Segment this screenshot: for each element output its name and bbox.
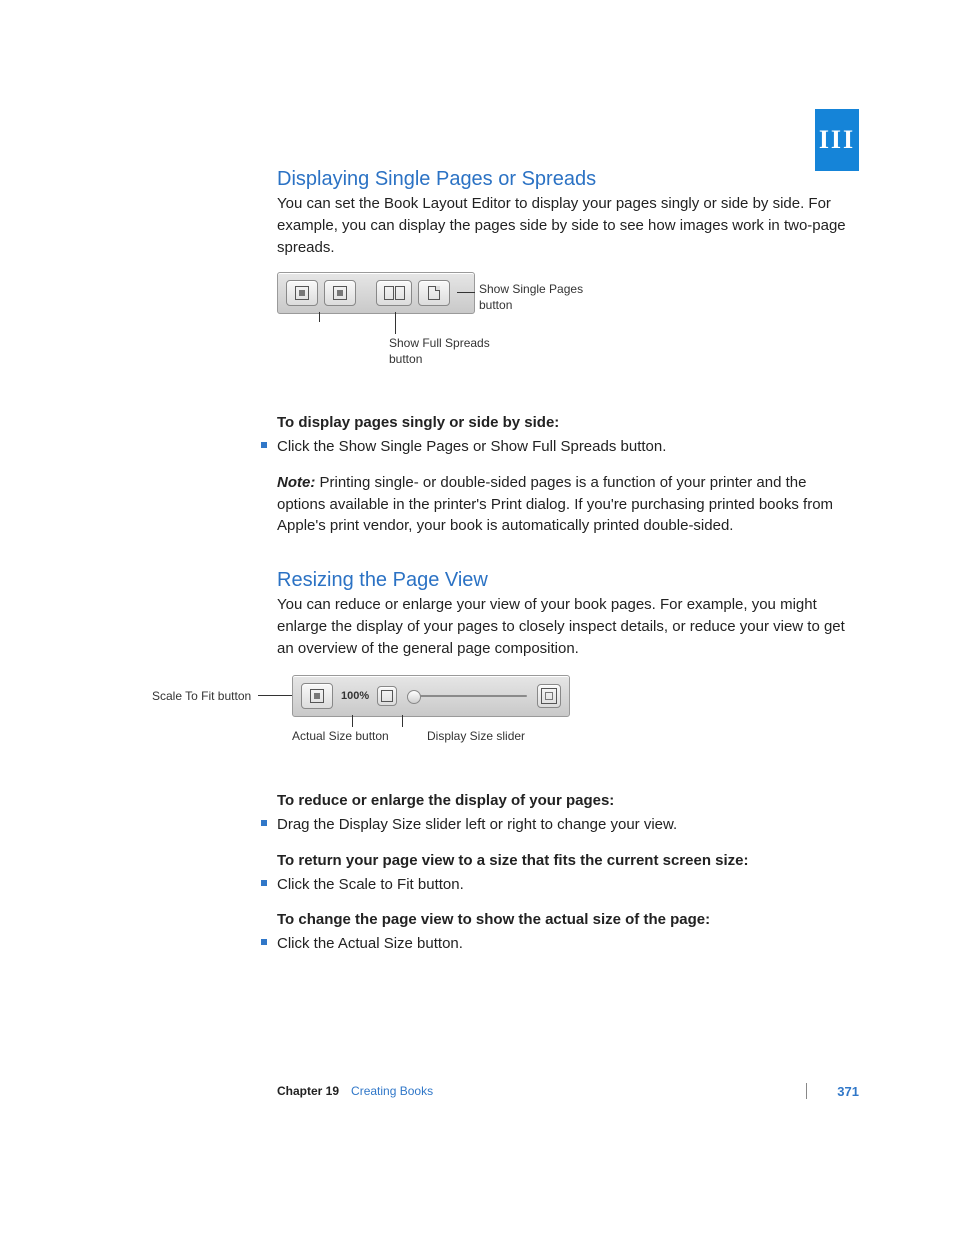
scale-to-fit-button[interactable] [301, 683, 333, 709]
spread-icon [384, 286, 405, 300]
paragraph: You can set the Book Layout Editor to di… [277, 193, 847, 258]
document-page: III Displaying Single Pages or Spreads Y… [0, 0, 954, 1235]
callout-actual-size: Actual Size button [292, 729, 389, 745]
show-full-spreads-button[interactable] [376, 280, 412, 306]
bullet-icon [261, 442, 267, 448]
figure-toolbar-size: Scale To Fit button 100% Actual Size but… [152, 675, 712, 730]
bullet-icon [261, 939, 267, 945]
footer-right: 371 [796, 1083, 859, 1099]
fit-icon [310, 689, 324, 703]
page-document-button[interactable] [418, 280, 450, 306]
leader-line [457, 292, 475, 293]
leader-line [319, 312, 320, 322]
bullet-item: Click the Show Single Pages or Show Full… [261, 436, 847, 458]
leader-line [258, 695, 292, 696]
slider-knob[interactable] [407, 690, 421, 704]
toolbar-size: 100% [292, 675, 570, 717]
show-single-pages-button[interactable] [286, 280, 318, 306]
small-size-icon [381, 690, 393, 702]
part-number: III [819, 125, 855, 155]
chapter-title: Creating Books [351, 1084, 433, 1098]
document-icon [428, 286, 440, 300]
paragraph: You can reduce or enlarge your view of y… [277, 594, 847, 659]
bullet-item: Click the Scale to Fit button. [261, 874, 847, 896]
display-size-slider[interactable] [403, 690, 531, 702]
single-page-icon [295, 286, 309, 300]
toolbar [277, 272, 475, 314]
procedure-lead: To display pages singly or side by side: [277, 412, 847, 434]
bullet-icon [261, 880, 267, 886]
large-size-icon [541, 688, 557, 704]
slider-track [407, 695, 527, 697]
callout-single-pages: Show Single Pagesbutton [479, 282, 583, 313]
zoom-percent: 100% [339, 690, 371, 702]
section-heading-single-pages: Displaying Single Pages or Spreads [277, 168, 847, 191]
leader-line [402, 715, 403, 727]
section-heading-resizing: Resizing the Page View [277, 569, 847, 592]
content-column: Displaying Single Pages or Spreads You c… [277, 168, 847, 969]
bullet-text: Click the Scale to Fit button. [277, 874, 464, 896]
footer-left: Chapter 19 Creating Books [277, 1084, 433, 1098]
procedure-lead: To reduce or enlarge the display of your… [277, 790, 847, 812]
bullet-icon [261, 820, 267, 826]
callout-full-spreads: Show Full Spreadsbutton [389, 336, 490, 367]
figure-toolbar-pages: Show Single Pagesbutton Show Full Spread… [277, 272, 847, 342]
leader-line [395, 312, 396, 334]
leader-line [352, 715, 353, 727]
bullet-text: Drag the Display Size slider left or rig… [277, 814, 677, 836]
show-single-pages-alt-button[interactable] [324, 280, 356, 306]
note-label: Note: [277, 474, 315, 491]
callout-display-size-slider: Display Size slider [427, 729, 525, 745]
callout-scale-to-fit: Scale To Fit button [152, 689, 251, 705]
procedure-lead: To change the page view to show the actu… [277, 909, 847, 931]
single-page-icon [333, 286, 347, 300]
large-size-button[interactable] [537, 684, 561, 708]
procedure-lead: To return your page view to a size that … [277, 850, 847, 872]
note-body: Printing single- or double-sided pages i… [277, 474, 833, 535]
page-number: 371 [837, 1084, 859, 1099]
bullet-item: Click the Actual Size button. [261, 933, 847, 955]
note-paragraph: Note: Printing single- or double-sided p… [277, 472, 847, 537]
bullet-text: Click the Show Single Pages or Show Full… [277, 436, 666, 458]
bullet-text: Click the Actual Size button. [277, 933, 463, 955]
page-footer: Chapter 19 Creating Books 371 [277, 1083, 859, 1099]
bullet-item: Drag the Display Size slider left or rig… [261, 814, 847, 836]
chapter-label: Chapter 19 [277, 1084, 339, 1098]
part-tab: III [815, 109, 859, 171]
actual-size-button[interactable] [377, 686, 397, 706]
footer-separator [806, 1083, 827, 1099]
